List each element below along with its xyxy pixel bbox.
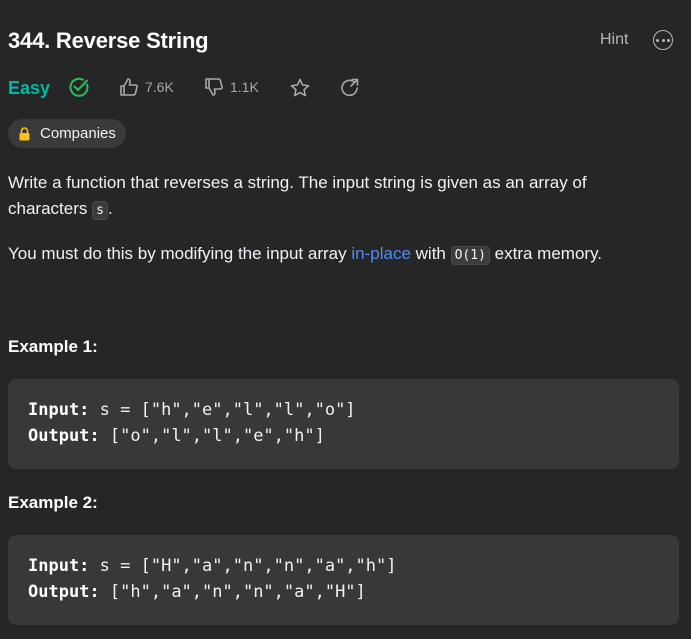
in-place-link[interactable]: in-place [351, 244, 411, 263]
example-1-block: Input: s = ["h","e","l","l","o"] Output:… [8, 379, 679, 469]
inline-code: s [92, 201, 108, 220]
dislike-button[interactable]: 1.1K [204, 77, 259, 97]
output-label: Output: [28, 426, 100, 446]
desc-text: You must do this by modifying the input … [8, 244, 347, 263]
example-2-title: Example 2: [8, 493, 98, 512]
description-paragraph-2: You must do this by modifying the input … [8, 241, 668, 269]
desc-text-mid: with [415, 244, 446, 263]
more-options-button[interactable] [653, 30, 673, 50]
hint-button[interactable]: Hint [600, 31, 628, 49]
description-paragraph-1: Write a function that reverses a string.… [8, 170, 668, 224]
input-value: s = ["h","e","l","l","o"] [99, 400, 356, 420]
example-output-line: Output: ["h","a","n","n","a","H"] [28, 582, 366, 602]
more-icon-dot [661, 38, 665, 42]
example-2-block: Input: s = ["H","a","n","n","a","h"] Out… [8, 535, 679, 625]
star-icon[interactable] [289, 77, 311, 104]
output-label: Output: [28, 582, 100, 602]
like-button[interactable]: 7.6K [119, 77, 174, 97]
thumbs-up-icon [119, 77, 139, 97]
example-input-line: Input: s = ["H","a","n","n","a","h"] [28, 556, 396, 576]
companies-tag-button[interactable]: Companies [8, 119, 126, 148]
problem-title: 344. Reverse String [8, 28, 209, 53]
share-icon[interactable] [339, 77, 361, 104]
dislike-count: 1.1K [230, 79, 259, 95]
desc-text-end: . [107, 199, 113, 218]
more-icon-dot [666, 38, 670, 42]
inline-code: O(1) [450, 246, 490, 265]
desc-text-end: extra memory. [494, 244, 603, 263]
output-value: ["h","a","n","n","a","H"] [109, 582, 366, 602]
thumbs-down-icon [204, 77, 224, 97]
difficulty-badge: Easy [8, 77, 51, 98]
like-count: 7.6K [145, 79, 174, 95]
example-output-line: Output: ["o","l","l","e","h"] [28, 426, 325, 446]
example-input-line: Input: s = ["h","e","l","l","o"] [28, 400, 356, 420]
companies-label: Companies [40, 125, 116, 142]
meta-row: Easy 7.6K 1.1K [8, 76, 359, 100]
input-label: Input: [28, 400, 90, 420]
solved-check-icon [68, 76, 90, 103]
output-value: ["o","l","l","e","h"] [109, 426, 325, 446]
example-1-title: Example 1: [8, 337, 98, 356]
input-value: s = ["H","a","n","n","a","h"] [99, 556, 397, 576]
input-label: Input: [28, 556, 90, 576]
lock-icon [18, 126, 31, 141]
more-icon [656, 38, 660, 42]
